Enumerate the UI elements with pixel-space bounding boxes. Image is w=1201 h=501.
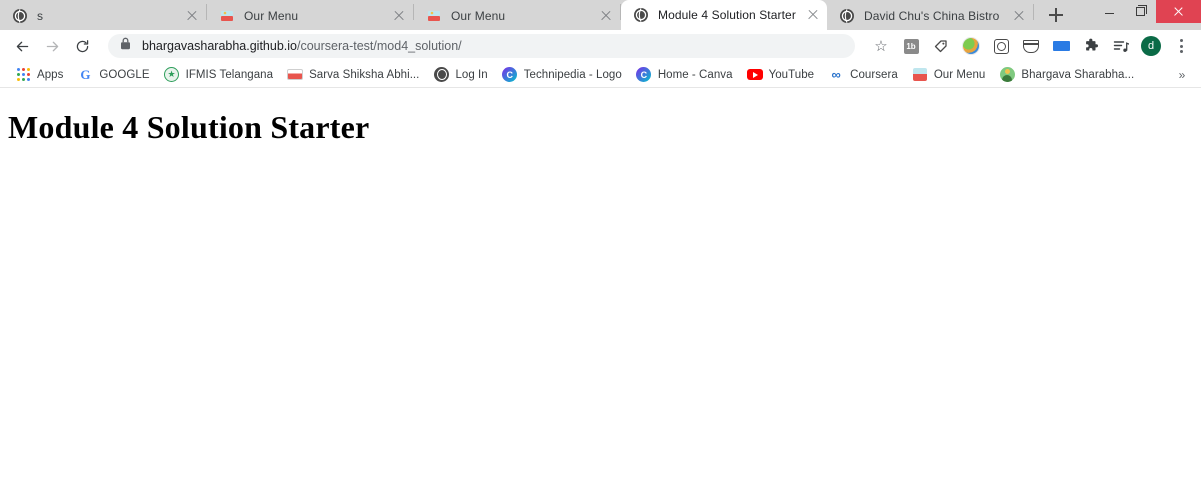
- reload-button[interactable]: [68, 32, 96, 60]
- url-text: bhargavasharabha.github.io/coursera-test…: [142, 39, 462, 53]
- tab-title: Our Menu: [244, 9, 299, 23]
- canva-icon: C: [636, 67, 652, 83]
- sarva-icon: [287, 67, 304, 83]
- browser-tab[interactable]: Our Menu: [414, 2, 620, 30]
- bookmark-label: Coursera: [850, 68, 898, 81]
- ifmis-icon: ★: [164, 67, 180, 83]
- browser-toolbar: bhargavasharabha.github.io/coursera-test…: [0, 30, 1201, 62]
- bookmark-label: Bhargava Sharabha...: [1021, 68, 1135, 81]
- avatar[interactable]: d: [1139, 34, 1163, 58]
- browser-tab[interactable]: David Chu's China Bistro: [827, 2, 1033, 30]
- tab-title: David Chu's China Bistro: [864, 9, 1000, 23]
- bookmark-home-canva[interactable]: C Home - Canva: [629, 65, 740, 85]
- browser-window: s Our Menu Our Menu Module 4 Solution St…: [0, 0, 1201, 501]
- ext-globe-icon[interactable]: [959, 34, 983, 58]
- coursera-icon: ∞: [831, 67, 841, 82]
- youtube-icon: [746, 67, 763, 83]
- url-path: /coursera-test/mod4_solution/: [296, 39, 462, 53]
- ext-puzzle-icon[interactable]: [1079, 34, 1103, 58]
- bookmark-label: Apps: [37, 68, 64, 81]
- tab-separator: [1033, 4, 1034, 20]
- back-button[interactable]: [8, 32, 36, 60]
- page-content: Module 4 Solution Starter: [0, 88, 1201, 501]
- bookmarks-bar: Apps G GOOGLE ★ IFMIS Telangana Sarva Sh…: [0, 62, 1201, 88]
- close-icon[interactable]: [598, 8, 614, 24]
- bookmark-label: Log In: [455, 68, 488, 81]
- bookmark-coursera[interactable]: ∞ Coursera: [821, 65, 905, 85]
- ourmenu-icon: [912, 67, 928, 83]
- ext-readinglist-icon[interactable]: [1109, 34, 1133, 58]
- ext-cup-icon[interactable]: [1019, 34, 1043, 58]
- bookmark-label: GOOGLE: [99, 68, 150, 81]
- new-tab-button[interactable]: [1042, 1, 1070, 29]
- globe-icon: [12, 8, 28, 24]
- ext-tag-icon[interactable]: [929, 34, 953, 58]
- bookmark-log-in[interactable]: Log In: [426, 65, 494, 85]
- close-icon[interactable]: [184, 8, 200, 24]
- tab-title: Our Menu: [451, 9, 506, 23]
- avatar-initial: d: [1141, 36, 1161, 56]
- address-bar[interactable]: bhargavasharabha.github.io/coursera-test…: [108, 34, 855, 58]
- browser-tab[interactable]: Our Menu: [207, 2, 413, 30]
- bookmark-apps[interactable]: Apps: [8, 65, 70, 85]
- close-icon[interactable]: [391, 8, 407, 24]
- maximize-button[interactable]: [1125, 0, 1156, 23]
- globe-icon: [839, 8, 855, 24]
- forward-button[interactable]: [38, 32, 66, 60]
- google-icon: G: [80, 67, 91, 82]
- bookmark-label: Technipedia - Logo: [523, 68, 622, 81]
- browser-tab-active[interactable]: Module 4 Solution Starter: [621, 0, 827, 30]
- bookmark-our-menu[interactable]: Our Menu: [905, 65, 993, 85]
- window-controls: [1094, 0, 1201, 23]
- bookmark-sarva-shiksha[interactable]: Sarva Shiksha Abhi...: [280, 65, 426, 85]
- tab-title: Module 4 Solution Starter: [658, 8, 796, 22]
- apps-grid-icon: [15, 67, 31, 83]
- globe-icon: [633, 7, 649, 23]
- bookmark-label: IFMIS Telangana: [185, 68, 274, 81]
- canva-icon: C: [502, 67, 518, 83]
- bookmark-star-icon[interactable]: ☆: [869, 34, 893, 58]
- tab-title: s: [37, 9, 44, 23]
- page-title: Module 4 Solution Starter: [8, 109, 370, 145]
- tab-list: s Our Menu Our Menu Module 4 Solution St…: [0, 0, 1070, 30]
- bookmark-ifmis-telangana[interactable]: ★ IFMIS Telangana: [157, 65, 280, 85]
- ext-blue-icon[interactable]: [1049, 34, 1073, 58]
- bookmark-label: YouTube: [768, 68, 815, 81]
- lock-icon: [120, 37, 132, 55]
- ourmenu-icon: [426, 8, 442, 24]
- bookmark-youtube[interactable]: YouTube: [740, 65, 822, 85]
- close-window-button[interactable]: [1156, 0, 1201, 23]
- bookmark-bhargava-sharabha[interactable]: Bhargava Sharabha...: [992, 65, 1141, 85]
- bookmarks-overflow-button[interactable]: »: [1173, 66, 1191, 84]
- chrome-menu-button[interactable]: [1169, 34, 1193, 58]
- url-host: bhargavasharabha.github.io: [142, 39, 297, 53]
- ourmenu-icon: [219, 8, 235, 24]
- bookmark-label: Sarva Shiksha Abhi...: [309, 68, 420, 81]
- person-icon: [999, 67, 1015, 83]
- minimize-button[interactable]: [1094, 0, 1125, 23]
- bookmark-label: Home - Canva: [657, 68, 733, 81]
- bookmark-technipedia-logo[interactable]: C Technipedia - Logo: [495, 65, 629, 85]
- ext-1b-icon[interactable]: 1b: [899, 34, 923, 58]
- globe-icon: [433, 67, 449, 83]
- tab-strip: s Our Menu Our Menu Module 4 Solution St…: [0, 0, 1201, 30]
- bookmark-label: Our Menu: [933, 68, 986, 81]
- close-icon[interactable]: [805, 7, 821, 23]
- bookmark-google[interactable]: G GOOGLE: [70, 65, 156, 85]
- browser-tab[interactable]: s: [0, 2, 206, 30]
- close-icon[interactable]: [1011, 8, 1027, 24]
- ext-meter-icon[interactable]: [989, 34, 1013, 58]
